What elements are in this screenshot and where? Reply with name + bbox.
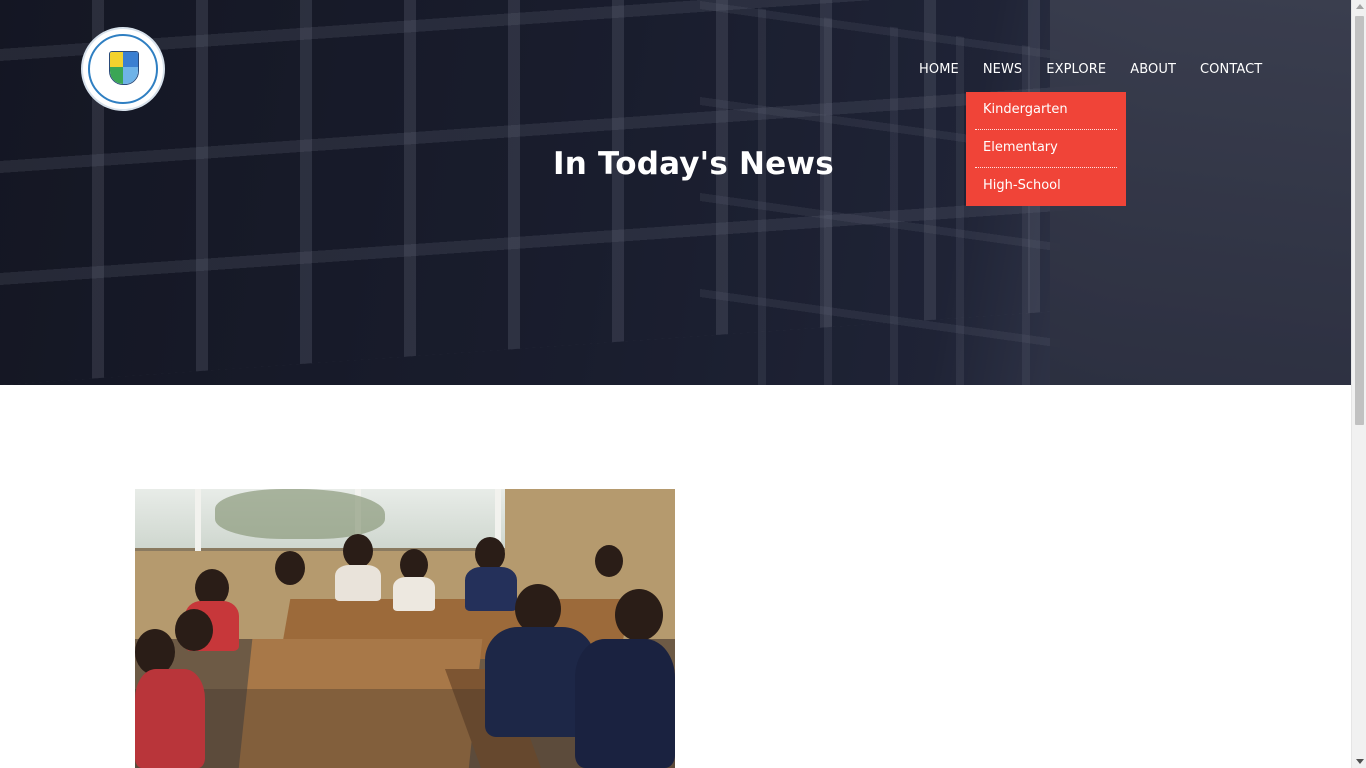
nav-home[interactable]: HOME (919, 62, 959, 80)
classroom-photo[interactable] (135, 489, 675, 768)
scroll-down-arrow-icon[interactable] (1356, 759, 1364, 764)
main-nav: HOME NEWS EXPLORE ABOUT CONTACT (919, 62, 1262, 80)
hero-banner: In Today's News (0, 0, 1351, 385)
nav-contact[interactable]: CONTACT (1200, 62, 1262, 80)
vertical-scrollbar[interactable] (1351, 0, 1366, 768)
nav-explore[interactable]: EXPLORE (1046, 62, 1106, 80)
page-title: In Today's News (553, 146, 834, 182)
school-logo[interactable] (81, 27, 165, 111)
nav-news[interactable]: NEWS (983, 62, 1022, 80)
scroll-up-arrow-icon[interactable] (1356, 4, 1364, 9)
school-crest-icon (109, 51, 139, 85)
dropdown-item-kindergarten[interactable]: Kindergarten (975, 92, 1117, 130)
dropdown-item-elementary[interactable]: Elementary (975, 130, 1117, 168)
page: In Today's News HOME NEWS EXPLORE ABOUT … (0, 0, 1366, 768)
nav-about[interactable]: ABOUT (1130, 62, 1176, 80)
news-dropdown-menu: Kindergarten Elementary High-School (966, 92, 1126, 206)
dropdown-item-high-school[interactable]: High-School (975, 168, 1117, 206)
scroll-thumb[interactable] (1355, 16, 1364, 425)
hero-overlay (0, 0, 1351, 385)
